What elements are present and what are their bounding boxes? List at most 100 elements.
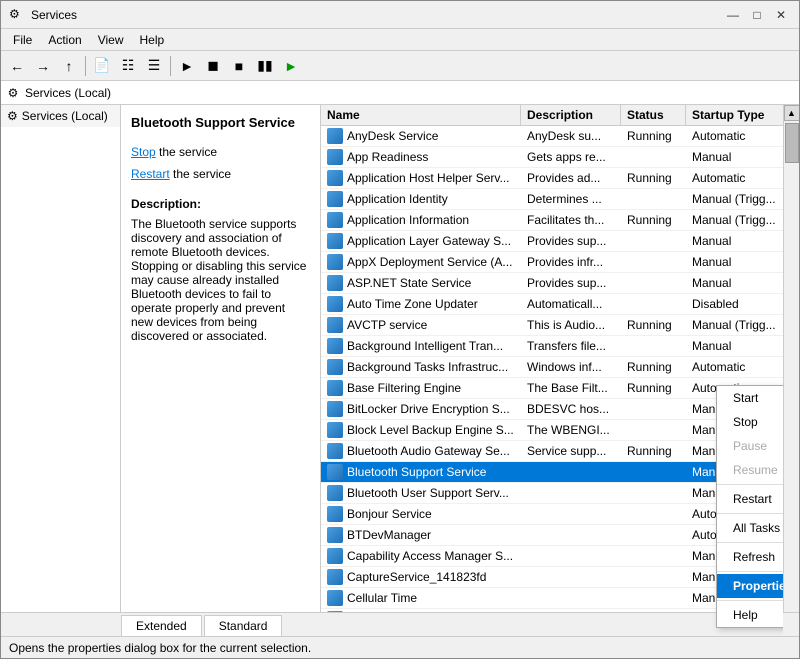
ctx-stop[interactable]: Stop xyxy=(717,410,783,434)
restart-service-link[interactable]: Restart xyxy=(131,167,170,181)
play-button[interactable]: ► xyxy=(279,54,303,78)
service-startup-cell: Disabled xyxy=(686,295,783,313)
list-row[interactable]: AVCTP serviceThis is Audio...RunningManu… xyxy=(321,315,783,336)
properties-button[interactable]: ◼ xyxy=(201,54,225,78)
header-description[interactable]: Description xyxy=(521,105,621,125)
menu-bar: File Action View Help xyxy=(1,29,799,51)
forward-button[interactable]: → xyxy=(31,54,55,78)
ctx-refresh[interactable]: Refresh xyxy=(717,545,783,569)
list-row[interactable]: Base Filtering EngineThe Base Filt...Run… xyxy=(321,378,783,399)
service-name-cell: Bluetooth User Support Serv... xyxy=(321,483,521,503)
menu-view[interactable]: View xyxy=(90,31,132,49)
ctx-all-tasks[interactable]: All Tasks xyxy=(717,516,783,540)
list-row[interactable]: Background Tasks Infrastruc...Windows in… xyxy=(321,357,783,378)
description-text: The Bluetooth service supports discovery… xyxy=(131,217,306,343)
create-button[interactable]: ► xyxy=(175,54,199,78)
list-row[interactable]: AnyDesk ServiceAnyDesk su...RunningAutom… xyxy=(321,126,783,147)
list-row[interactable]: Application Layer Gateway S...Provides s… xyxy=(321,231,783,252)
service-name-cell: Application Layer Gateway S... xyxy=(321,231,521,251)
list-row[interactable]: Capability Access Manager S...ManualLoca… xyxy=(321,546,783,567)
list-row[interactable]: CaptureService_141823fdManualLocal Syste… xyxy=(321,567,783,588)
service-status-cell: Running xyxy=(621,127,686,145)
service-startup-cell: Manual xyxy=(686,253,783,271)
show-hide-button[interactable]: 📄 xyxy=(90,54,114,78)
header-status[interactable]: Status xyxy=(621,105,686,125)
service-startup-cell: Manual xyxy=(686,337,783,355)
service-status-cell xyxy=(621,512,686,516)
service-status-cell xyxy=(621,239,686,243)
service-desc-cell: Windows inf... xyxy=(521,358,621,376)
list-row[interactable]: Bluetooth Support ServiceManual (Trigg..… xyxy=(321,462,783,483)
service-startup-cell: Manual (Trigg... xyxy=(686,316,783,334)
service-desc-cell xyxy=(521,554,621,558)
ctx-pause: Pause xyxy=(717,434,783,458)
stop-service-suffix: the service xyxy=(159,145,217,159)
up-button[interactable]: ↑ xyxy=(57,54,81,78)
scroll-thumb[interactable] xyxy=(785,123,799,163)
ctx-properties[interactable]: Properties xyxy=(717,574,783,598)
service-actions: Stop the service Restart the service xyxy=(131,142,310,185)
ctx-sep-5 xyxy=(717,600,783,601)
pause-button[interactable]: ▮▮ xyxy=(253,54,277,78)
list-row[interactable]: Background Intelligent Tran...Transfers … xyxy=(321,336,783,357)
service-name-cell: AVCTP service xyxy=(321,315,521,335)
list-row[interactable]: BitLocker Drive Encryption S...BDESVC ho… xyxy=(321,399,783,420)
list-row[interactable]: App ReadinessGets apps re...ManualLocal … xyxy=(321,147,783,168)
list-view-button[interactable]: ☷ xyxy=(116,54,140,78)
ctx-restart[interactable]: Restart xyxy=(717,487,783,511)
service-name-cell: Application Host Helper Serv... xyxy=(321,168,521,188)
service-icon xyxy=(327,422,343,438)
list-row[interactable]: Cellular TimeManual (Trigg...Local Servi… xyxy=(321,588,783,609)
list-row[interactable]: ASP.NET State ServiceProvides sup...Manu… xyxy=(321,273,783,294)
menu-action[interactable]: Action xyxy=(40,31,89,49)
list-row[interactable]: AppX Deployment Service (A...Provides in… xyxy=(321,252,783,273)
description-heading: Description: xyxy=(131,197,310,211)
menu-file[interactable]: File xyxy=(5,31,40,49)
service-name-cell: AppX Deployment Service (A... xyxy=(321,252,521,272)
service-icon xyxy=(327,275,343,291)
service-name-cell: BTDevManager xyxy=(321,525,521,545)
detail-view-button[interactable]: ☰ xyxy=(142,54,166,78)
list-row[interactable]: Application Host Helper Serv...Provides … xyxy=(321,168,783,189)
tab-extended[interactable]: Extended xyxy=(121,615,202,636)
stop-button[interactable]: ■ xyxy=(227,54,251,78)
service-status-cell xyxy=(621,260,686,264)
service-icon xyxy=(327,359,343,375)
stop-service-link[interactable]: Stop xyxy=(131,145,156,159)
list-row[interactable]: Bluetooth Audio Gateway Se...Service sup… xyxy=(321,441,783,462)
header-startup[interactable]: Startup Type xyxy=(686,105,783,125)
list-row[interactable]: Application IdentityDetermines ...Manual… xyxy=(321,189,783,210)
list-body[interactable]: AnyDesk ServiceAnyDesk su...RunningAutom… xyxy=(321,126,783,655)
scroll-up-arrow[interactable]: ▲ xyxy=(784,105,800,121)
list-row[interactable]: Block Level Backup Engine S...The WBENGI… xyxy=(321,420,783,441)
service-desc-cell: AnyDesk su... xyxy=(521,127,621,145)
minimize-button[interactable]: — xyxy=(723,7,743,23)
service-desc-cell: Service supp... xyxy=(521,442,621,460)
vertical-scrollbar[interactable]: ▲ xyxy=(783,105,799,658)
service-desc-cell: The Base Filt... xyxy=(521,379,621,397)
close-button[interactable]: ✕ xyxy=(771,7,791,23)
back-button[interactable]: ← xyxy=(5,54,29,78)
header-name[interactable]: Name xyxy=(321,105,521,125)
list-row[interactable]: Bonjour ServiceAutomaticLocal Syste... xyxy=(321,504,783,525)
service-startup-cell: Manual xyxy=(686,232,783,250)
menu-help[interactable]: Help xyxy=(132,31,173,49)
ctx-start[interactable]: Start xyxy=(717,386,783,410)
list-row[interactable]: BTDevManagerAutomaticLocal Syste... xyxy=(321,525,783,546)
nav-services-local[interactable]: ⚙ Services (Local) xyxy=(1,105,120,127)
service-status-cell xyxy=(621,302,686,306)
service-icon xyxy=(327,191,343,207)
list-row[interactable]: Application InformationFacilitates th...… xyxy=(321,210,783,231)
ctx-sep-4 xyxy=(717,571,783,572)
service-icon xyxy=(327,296,343,312)
list-row[interactable]: Bluetooth User Support Serv...Manual (Tr… xyxy=(321,483,783,504)
ctx-help[interactable]: Help xyxy=(717,603,783,627)
service-status-cell: Running xyxy=(621,316,686,334)
service-desc-cell: Provides sup... xyxy=(521,232,621,250)
nav-tree-icon: ⚙ xyxy=(7,109,18,123)
maximize-button[interactable]: □ xyxy=(747,7,767,23)
tab-standard[interactable]: Standard xyxy=(204,615,283,636)
service-desc-cell: The WBENGI... xyxy=(521,421,621,439)
list-row[interactable]: Auto Time Zone UpdaterAutomaticall...Dis… xyxy=(321,294,783,315)
service-startup-cell: Manual xyxy=(686,148,783,166)
